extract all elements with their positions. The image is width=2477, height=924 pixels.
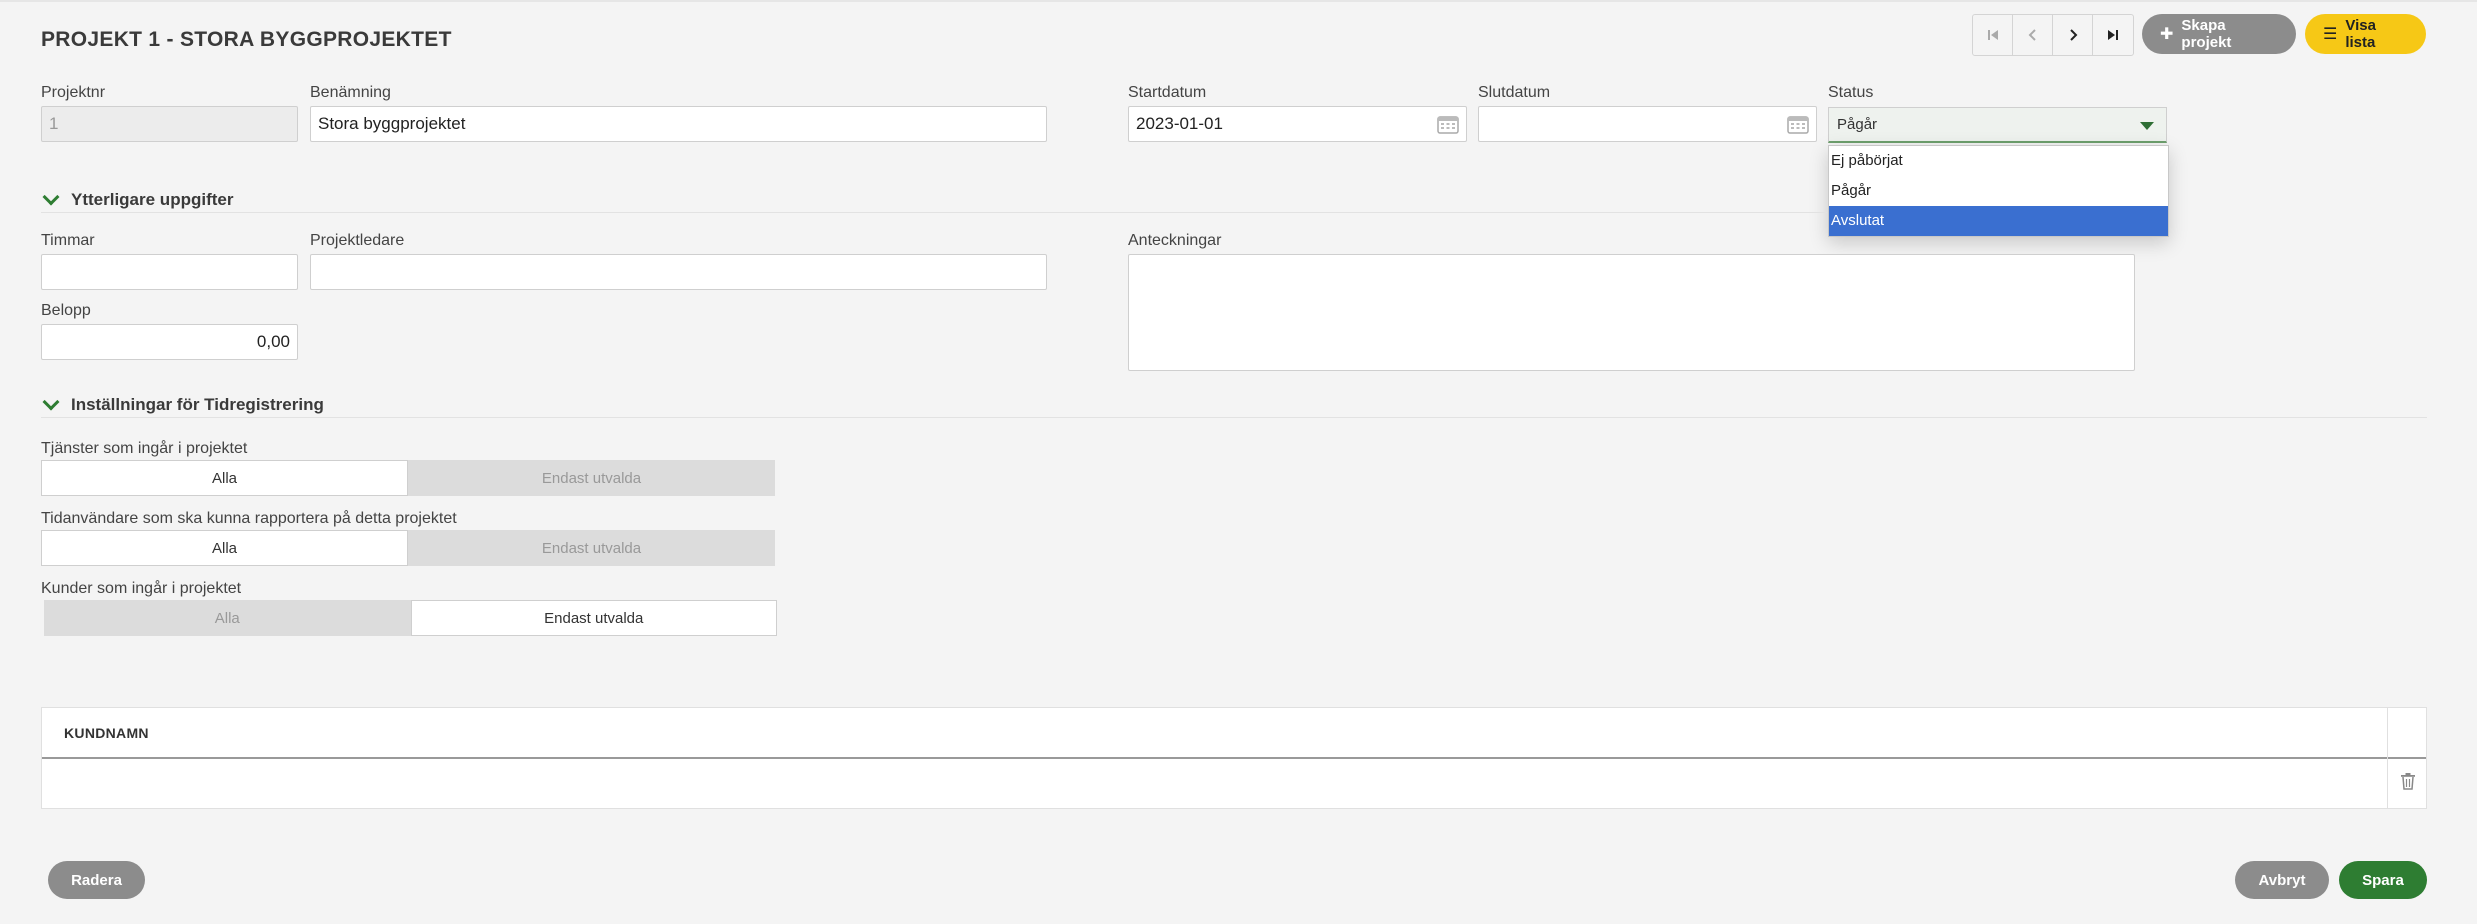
column-header-kundnamn[interactable]: KUNDNAMN [64,725,149,741]
timmar-field[interactable] [41,254,298,290]
create-project-label: Skapa projekt [2181,17,2232,51]
startdatum-value: 2023-01-01 [1136,114,1223,133]
tidanvandare-label: Tidanvändare som ska kunna rapportera på… [41,510,457,527]
previous-record-button[interactable] [2013,15,2053,55]
startdatum-label: Startdatum [1128,84,1207,101]
projektledare-label: Projektledare [310,232,405,249]
tjanster-toggle: Alla Endast utvalda [41,460,775,496]
anteckningar-label: Anteckningar [1128,232,1222,249]
tidanvandare-option-utvalda[interactable]: Endast utvalda [408,530,775,566]
tjanster-option-utvalda[interactable]: Endast utvalda [408,460,775,496]
show-list-button[interactable]: ☰ Visa lista [2305,14,2426,54]
page-title: PROJEKT 1 - STORA BYGGPROJEKTET [41,28,452,51]
timmar-label: Timmar [41,232,95,249]
tjanster-option-alla[interactable]: Alla [41,460,408,496]
cancel-button[interactable]: Avbryt [2235,861,2329,899]
startdatum-field[interactable]: 2023-01-01 [1128,106,1467,142]
section-toggle-time[interactable]: Inställningar för Tidregistrering [41,393,324,415]
section-more-title: Ytterligare uppgifter [71,190,234,209]
first-page-icon [1987,30,1998,40]
tidanvandare-toggle: Alla Endast utvalda [41,530,775,566]
delete-button[interactable]: Radera [48,861,145,899]
record-navigation [1972,14,2134,56]
table-header: KUNDNAMN [42,708,2426,759]
create-project-button[interactable]: ✚ Skapa projekt [2142,14,2296,54]
chevron-right-icon [2069,29,2077,41]
status-value: Pågår [1837,116,1878,133]
projektledare-field[interactable] [310,254,1047,290]
status-option-pagar[interactable]: Pågår [1829,176,2168,206]
status-select[interactable]: Pågår [1828,107,2167,143]
status-label: Status [1828,84,1874,101]
projektnr-field[interactable]: 1 [41,106,298,142]
chevron-down-icon [42,188,60,206]
first-record-button[interactable] [1973,15,2013,55]
status-option-avslutat[interactable]: Avslutat [1829,206,2168,236]
belopp-label: Belopp [41,302,91,319]
caret-down-icon [2140,122,2154,130]
save-button[interactable]: Spara [2339,861,2427,899]
kunder-label: Kunder som ingår i projektet [41,580,242,597]
show-list-label: Visa lista [2345,17,2376,51]
chevron-down-icon [42,393,60,411]
tidanvandare-option-alla[interactable]: Alla [41,530,408,566]
column-divider [2387,708,2388,808]
last-page-icon [2108,30,2118,40]
anteckningar-textarea[interactable] [1128,254,2135,371]
last-record-button[interactable] [2093,15,2133,55]
tjanster-label: Tjänster som ingår i projektet [41,440,248,457]
section-divider [41,212,1827,213]
kunder-option-utvalda[interactable]: Endast utvalda [410,600,777,636]
belopp-field[interactable]: 0,00 [41,324,298,360]
slutdatum-field[interactable] [1478,106,1817,142]
customer-table: KUNDNAMN [41,707,2427,809]
status-option-ej-paborjat[interactable]: Ej påbörjat [1829,146,2168,176]
list-icon: ☰ [2323,26,2338,43]
calendar-icon[interactable] [1787,114,1809,134]
benamning-label: Benämning [310,84,391,101]
benamning-field[interactable]: Stora byggprojektet [310,106,1047,142]
plus-icon: ✚ [2160,26,2174,43]
chevron-left-icon [2028,29,2036,41]
slutdatum-label: Slutdatum [1478,84,1551,101]
trash-icon[interactable] [2400,772,2416,790]
top-divider [0,0,2477,2]
next-record-button[interactable] [2053,15,2093,55]
section-toggle-more[interactable]: Ytterligare uppgifter [41,188,234,210]
calendar-icon[interactable] [1437,114,1459,134]
section-time-title: Inställningar för Tidregistrering [71,395,324,414]
kunder-toggle: Alla Endast utvalda [44,600,777,636]
kunder-option-alla[interactable]: Alla [44,600,411,636]
status-dropdown: Ej påbörjat Pågår Avslutat [1828,145,2169,237]
section-divider [41,417,2427,418]
projektnr-label: Projektnr [41,84,106,101]
